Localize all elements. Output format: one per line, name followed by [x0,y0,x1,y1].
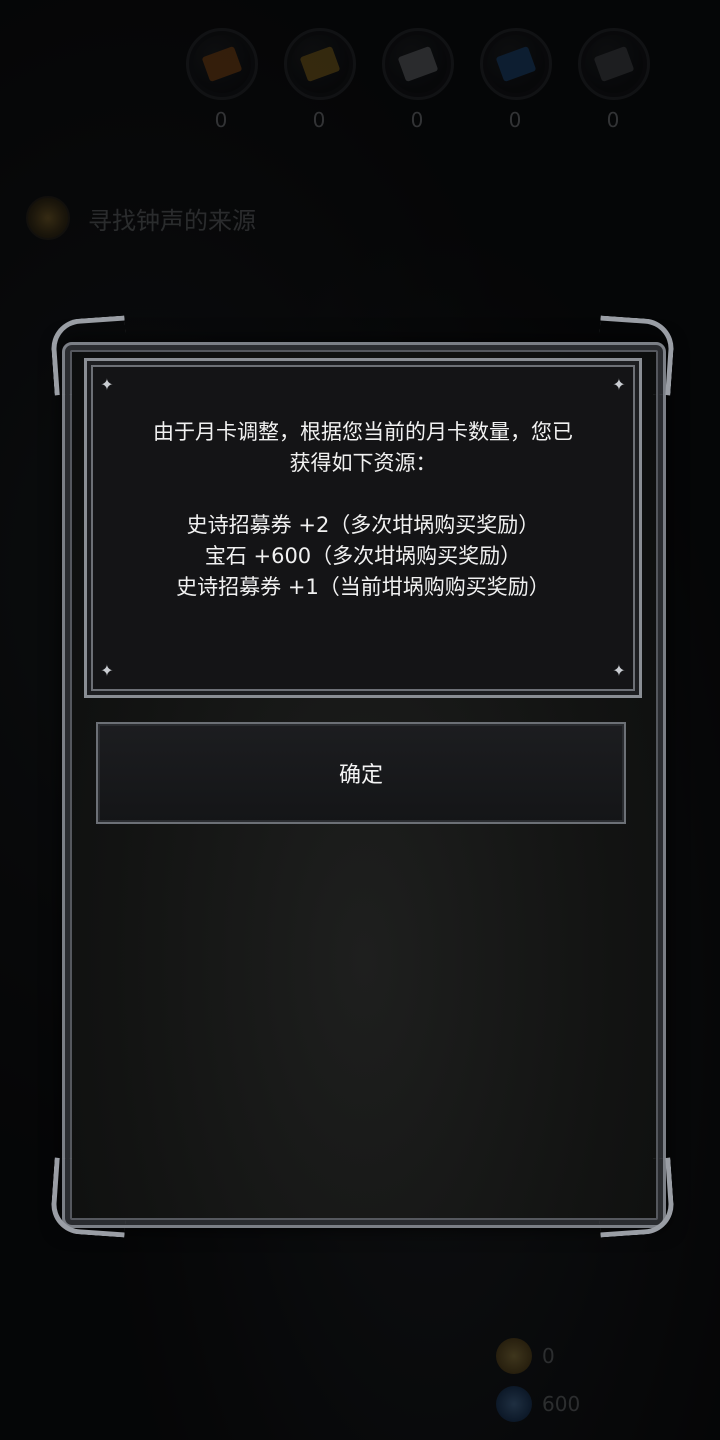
message-line: 获得如下资源： [289,451,437,475]
sparkle-icon: ✦ [100,661,114,680]
message-panel: ✦ ✦ ✦ ✦ 由于月卡调整，根据您当前的月卡数量，您已 获得如下资源： 史诗招… [84,358,642,698]
frame-corner-ornament [595,1157,676,1238]
sparkle-icon: ✦ [612,661,626,680]
message-spacer [117,479,609,510]
frame-corner-ornament [49,1157,130,1238]
reward-line: 宝石 +600（多次坩埚购买奖励） [204,544,522,568]
sparkle-icon: ✦ [612,375,626,394]
reward-line: 史诗招募券 +1（当前坩埚购购买奖励） [176,575,550,599]
sparkle-icon: ✦ [100,375,114,394]
reward-line: 史诗招募券 +2（多次坩埚购买奖励） [186,513,540,537]
message-line: 由于月卡调整，根据您当前的月卡数量，您已 [153,420,573,444]
dialog-message: 由于月卡调整，根据您当前的月卡数量，您已 获得如下资源： 史诗招募券 +2（多次… [117,417,609,603]
confirm-button[interactable]: 确定 [96,722,626,824]
